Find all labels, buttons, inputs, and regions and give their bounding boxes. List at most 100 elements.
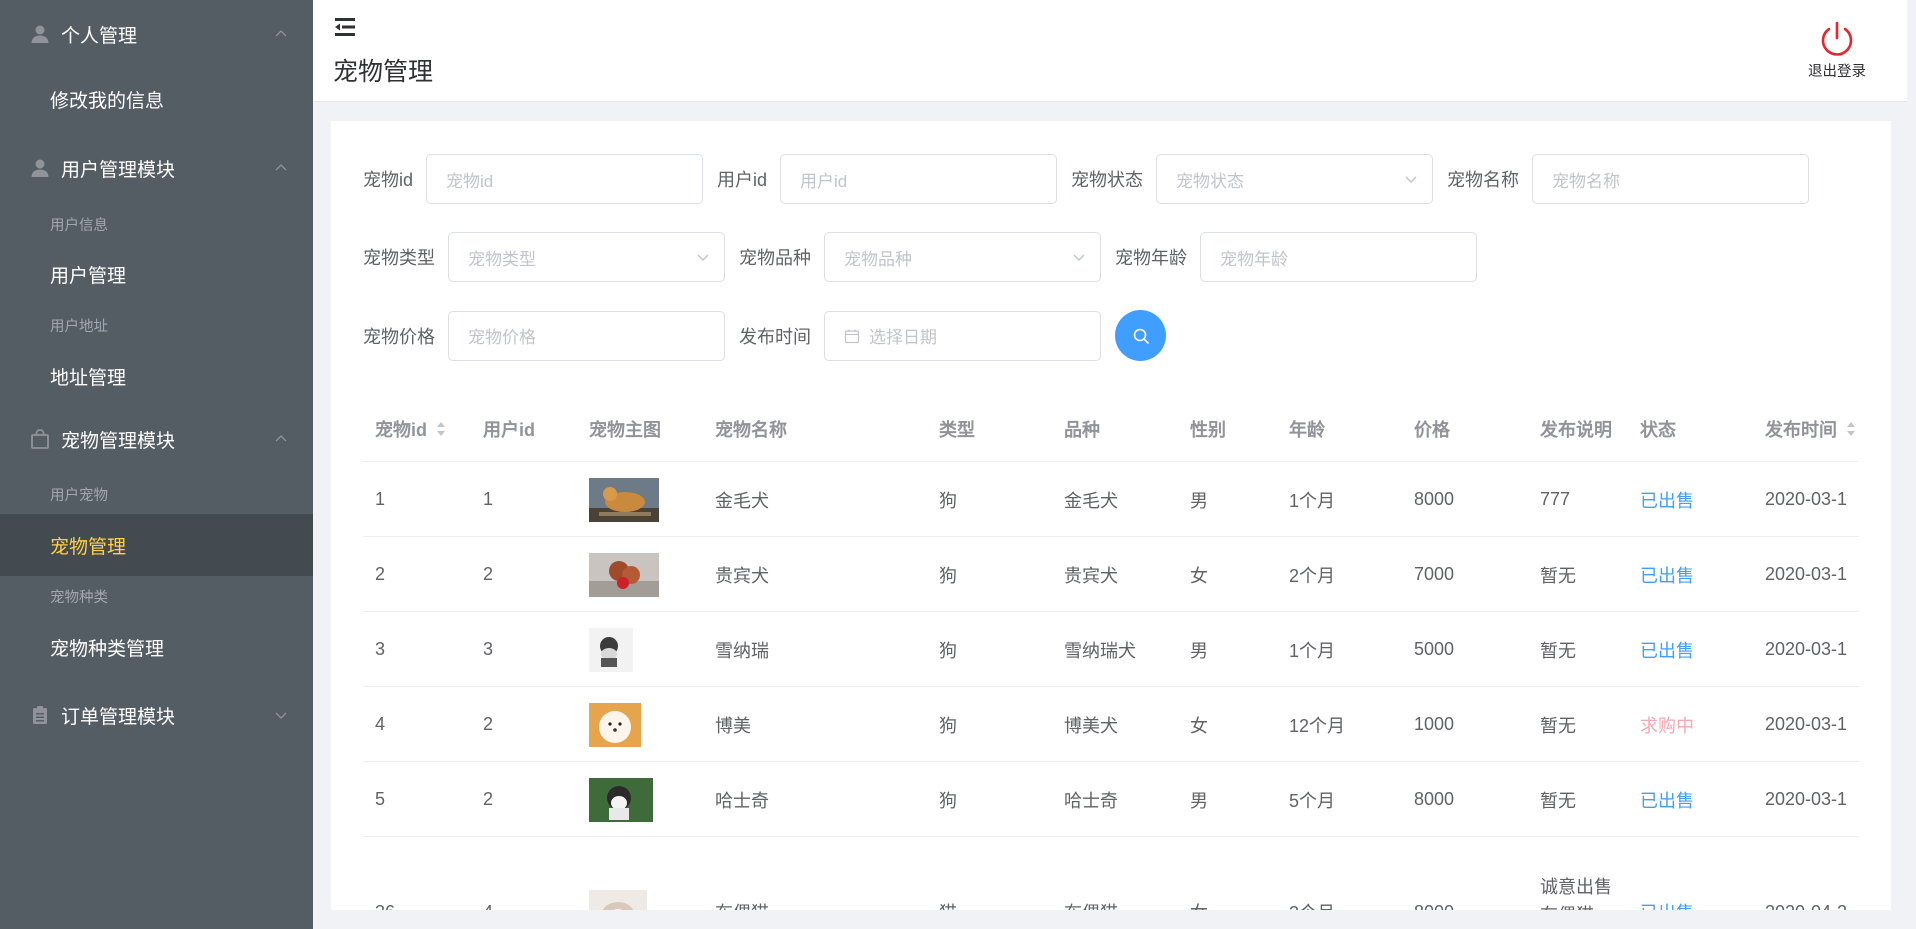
col-header-label: 宠物id xyxy=(375,420,427,440)
pet-thumbnail-poodle xyxy=(589,552,659,597)
sort-icon[interactable] xyxy=(436,421,446,437)
cell-gender: 男 xyxy=(1190,640,1208,661)
pet-id-input[interactable]: 宠物id xyxy=(426,154,704,204)
menu-group-label: 个人管理 xyxy=(61,25,138,47)
group-caption-pet-kinds: 宠物种类 xyxy=(50,589,108,606)
cell-description: 777 xyxy=(1540,489,1571,509)
cell-description: 暂无 xyxy=(1540,715,1576,736)
cell-user-id: 2 xyxy=(483,789,494,809)
cell-pet-name: 金毛犬 xyxy=(715,490,769,511)
col-header-pet-id[interactable]: 宠物id xyxy=(375,396,446,462)
menu-group-users[interactable]: 用户管理模块 xyxy=(0,134,313,202)
pet-thumbnail-golden-retriever xyxy=(589,477,659,522)
pet-price-placeholder: 宠物价格 xyxy=(468,328,536,347)
pet-price-label: 宠物价格 xyxy=(363,326,435,347)
menu-fold-icon[interactable] xyxy=(333,15,357,39)
cell-age: 2个月 xyxy=(1289,565,1336,586)
col-header-publish-time[interactable]: 发布时间 xyxy=(1765,396,1856,462)
cell-description: 诚意出售 布偶猫 xyxy=(1540,837,1612,910)
cell-age: 5个月 xyxy=(1289,790,1336,811)
pet-id-placeholder: 宠物id xyxy=(446,171,494,191)
col-header-label: 发布时间 xyxy=(1765,420,1837,440)
table-row[interactable]: 5 2 哈士奇 狗 哈士奇 男 5个月 8000 暂无 已出售 2020-03-… xyxy=(363,762,1859,837)
pet-table: 宠物id 用户id 宠物主图 宠物名称 类型 品种 性别 年龄 价格 发布说明 … xyxy=(363,396,1859,910)
cell-image xyxy=(589,537,659,612)
sidebar-item-edit-my-info[interactable]: 修改我的信息 xyxy=(0,66,313,132)
pet-status-placeholder: 宠物状态 xyxy=(1176,171,1245,191)
col-header-description: 发布说明 xyxy=(1540,420,1612,440)
clipboard-icon xyxy=(33,706,47,724)
cell-age: 1个月 xyxy=(1289,640,1336,661)
cell-pet-id: 3 xyxy=(375,639,386,659)
pet-type-select[interactable]: 宠物类型 xyxy=(448,232,725,282)
cell-pet-name: 雪纳瑞 xyxy=(715,640,769,661)
cell-type: 狗 xyxy=(939,490,957,511)
pet-type-label: 宠物类型 xyxy=(363,248,435,268)
search-button[interactable] xyxy=(1115,310,1166,361)
description-line: 诚意出售 xyxy=(1540,877,1612,897)
user-id-input[interactable]: 用户id xyxy=(780,154,1058,204)
table-row[interactable]: 2 2 贵宾犬 狗 贵宾犬 女 2个月 7000 暂无 已出售 2020-03-… xyxy=(363,537,1859,612)
publish-date-placeholder: 选择日期 xyxy=(869,328,937,347)
group-caption-user-address: 用户地址 xyxy=(50,318,108,335)
pet-id-label: 宠物id xyxy=(363,170,414,190)
sidebar-item-pet-kind-management[interactable]: 宠物种类管理 xyxy=(0,616,313,678)
pet-price-input[interactable]: 宠物价格 xyxy=(448,310,725,361)
menu-group-personal[interactable]: 个人管理 xyxy=(0,0,313,68)
cell-image xyxy=(589,687,641,762)
cell-publish-time: 2020-03-1 xyxy=(1765,489,1848,509)
table-row[interactable]: 1 1 金毛犬 狗 金毛犬 男 1个月 8000 777 已出售 2020-03… xyxy=(363,462,1859,537)
cell-gender: 女 xyxy=(1190,565,1208,586)
logout-label: 退出登录 xyxy=(1808,64,1866,80)
cell-pet-id: 4 xyxy=(375,714,386,734)
sidebar: 个人管理 修改我的信息 用户管理模块 用户信息 用户管理 用户地址 地址管理 宠… xyxy=(0,0,313,929)
col-header-main-image: 宠物主图 xyxy=(589,420,661,440)
cell-status: 已出售 xyxy=(1640,490,1694,511)
sidebar-item-user-management[interactable]: 用户管理 xyxy=(0,246,313,302)
content-card: 宠物id 宠物id 用户id 用户id 宠物状态 宠物状态 宠物名称 宠物名称 … xyxy=(331,121,1891,910)
table-row[interactable]: 3 3 雪纳瑞 狗 雪纳瑞犬 男 1个月 5000 暂无 已出售 2020-03… xyxy=(363,612,1859,687)
publish-date-picker[interactable]: 选择日期 xyxy=(824,310,1101,361)
cell-publish-time: 2020-03-1 xyxy=(1765,789,1848,809)
pet-age-label: 宠物年龄 xyxy=(1115,248,1187,268)
pet-name-placeholder: 宠物名称 xyxy=(1552,171,1621,191)
cell-type: 狗 xyxy=(939,715,957,736)
pet-age-placeholder: 宠物年龄 xyxy=(1220,249,1288,269)
sidebar-item-address-management[interactable]: 地址管理 xyxy=(0,348,313,404)
pet-name-label: 宠物名称 xyxy=(1447,170,1520,190)
logout-button[interactable]: 退出登录 xyxy=(1799,20,1875,81)
pet-breed-select[interactable]: 宠物品种 xyxy=(824,232,1101,282)
cell-breed: 雪纳瑞犬 xyxy=(1064,640,1136,661)
cell-gender: 男 xyxy=(1190,490,1208,511)
pet-thumbnail-pomeranian xyxy=(589,702,641,747)
sidebar-item-pet-management[interactable]: 宠物管理 xyxy=(0,514,313,576)
menu-group-pets[interactable]: 宠物管理模块 xyxy=(0,404,313,474)
sort-icon[interactable] xyxy=(1846,421,1856,437)
cell-status: 已出售 xyxy=(1640,640,1694,661)
cell-type: 狗 xyxy=(939,640,957,661)
col-header-age: 年龄 xyxy=(1289,420,1325,440)
top-header: 宠物管理 退出登录 xyxy=(313,0,1907,102)
cell-type: 狗 xyxy=(939,790,957,811)
user-icon xyxy=(31,25,49,43)
table-row[interactable]: 4 2 博美 狗 博美犬 女 12个月 1000 暂无 求购中 2020-03-… xyxy=(363,687,1859,762)
cell-user-id: 2 xyxy=(483,564,494,584)
cell-pet-id: 5 xyxy=(375,789,386,809)
cell-description: 暂无 xyxy=(1540,565,1576,586)
pet-name-input[interactable]: 宠物名称 xyxy=(1532,154,1810,204)
pet-age-input[interactable]: 宠物年龄 xyxy=(1200,232,1477,282)
cell-status: 求购中 xyxy=(1640,715,1694,736)
pet-status-select[interactable]: 宠物状态 xyxy=(1156,154,1434,204)
cell-gender: 女 xyxy=(1190,715,1208,736)
table-row[interactable]: 36 4 布偶猫 猫 布偶猫 女 3个月 8000 诚意出售 布偶猫 已出售 2… xyxy=(363,837,1859,910)
cell-publish-time: 2020-03-1 xyxy=(1765,639,1848,659)
chevron-down-icon xyxy=(1405,176,1417,183)
pet-breed-label: 宠物品种 xyxy=(739,248,811,268)
cell-publish-time: 2020-03-1 xyxy=(1765,564,1848,584)
cell-breed: 布偶猫 xyxy=(1064,837,1118,910)
cell-age: 12个月 xyxy=(1289,715,1346,736)
menu-group-orders[interactable]: 订单管理模块 xyxy=(0,678,313,752)
cell-description: 暂无 xyxy=(1540,640,1576,661)
cell-pet-id: 1 xyxy=(375,489,386,509)
cell-price: 8000 xyxy=(1414,489,1455,509)
